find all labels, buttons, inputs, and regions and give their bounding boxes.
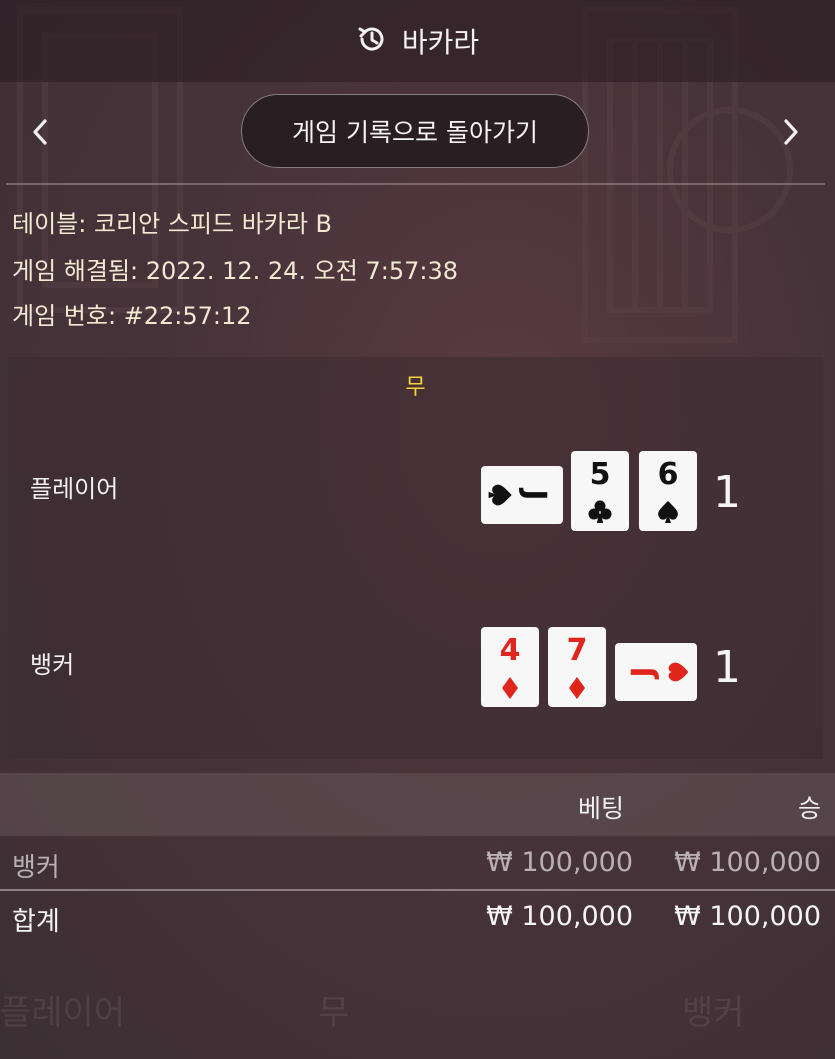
title-group: 바카라: [356, 21, 479, 61]
ghost-tie-label: 무: [318, 993, 350, 1033]
ghost-player-label: 플레이어: [0, 993, 126, 1033]
divider: [0, 889, 835, 891]
row-win: ₩ 100,000: [674, 847, 821, 878]
row-label: 합계: [12, 907, 60, 937]
summary-row-banker: 뱅커 ₩ 100,000 ₩ 100,000: [0, 838, 835, 890]
banker-hand-label: 뱅커: [30, 651, 75, 679]
chevron-left-icon: [33, 119, 47, 145]
win-column-header: 승: [797, 794, 821, 823]
card-rank: 7: [567, 633, 588, 668]
previous-game-button[interactable]: [20, 112, 60, 152]
summary-row-total: 합계 ₩ 100,000 ₩ 100,000: [0, 892, 835, 944]
outcome-label: 무: [405, 375, 426, 400]
page-title: 바카라: [401, 26, 480, 59]
game-navigation: 게임 기록으로 돌아가기: [0, 82, 835, 184]
player-score: 1: [713, 467, 741, 518]
banker-card-1: 4: [481, 627, 539, 707]
ghost-banker-label: 뱅커: [682, 993, 745, 1033]
player-card-3: 6: [639, 451, 697, 531]
card-rank: J: [517, 487, 552, 500]
chevron-right-icon: [784, 119, 798, 145]
bet-column-header: 베팅: [578, 794, 625, 823]
next-game-button[interactable]: [771, 112, 811, 152]
card-rank: 4: [500, 633, 521, 668]
row-bet: ₩ 100,000: [486, 847, 633, 878]
row-bet: ₩ 100,000: [486, 901, 633, 932]
divider: [6, 183, 825, 185]
player-card-1: J: [481, 466, 563, 524]
game-number: 게임 번호: #22:57:12: [12, 302, 252, 330]
table-name: 테이블: 코리안 스피드 바카라 B: [12, 210, 333, 238]
summary-header: 베팅 승: [0, 773, 835, 836]
card-rank: 5: [590, 457, 611, 492]
banker-card-2: 7: [548, 627, 606, 707]
resolved-time: 게임 해결됨: 2022. 12. 24. 오전 7:57:38: [12, 257, 458, 285]
back-to-history-button[interactable]: 게임 기록으로 돌아가기: [241, 94, 589, 168]
top-bar: 바카라: [0, 0, 835, 82]
row-win: ₩ 100,000: [674, 901, 821, 932]
row-label: 뱅커: [12, 853, 60, 883]
card-rank: 6: [658, 457, 679, 492]
player-hand-label: 플레이어: [30, 475, 119, 503]
banker-card-3: J: [615, 643, 697, 701]
history-icon: [356, 23, 388, 59]
player-card-2: 5: [571, 451, 629, 531]
result-panel: 무 플레이어 뱅커 1 1 J 5 6 4 7 J: [8, 357, 823, 759]
card-rank: J: [626, 666, 661, 679]
banker-score: 1: [713, 642, 741, 693]
